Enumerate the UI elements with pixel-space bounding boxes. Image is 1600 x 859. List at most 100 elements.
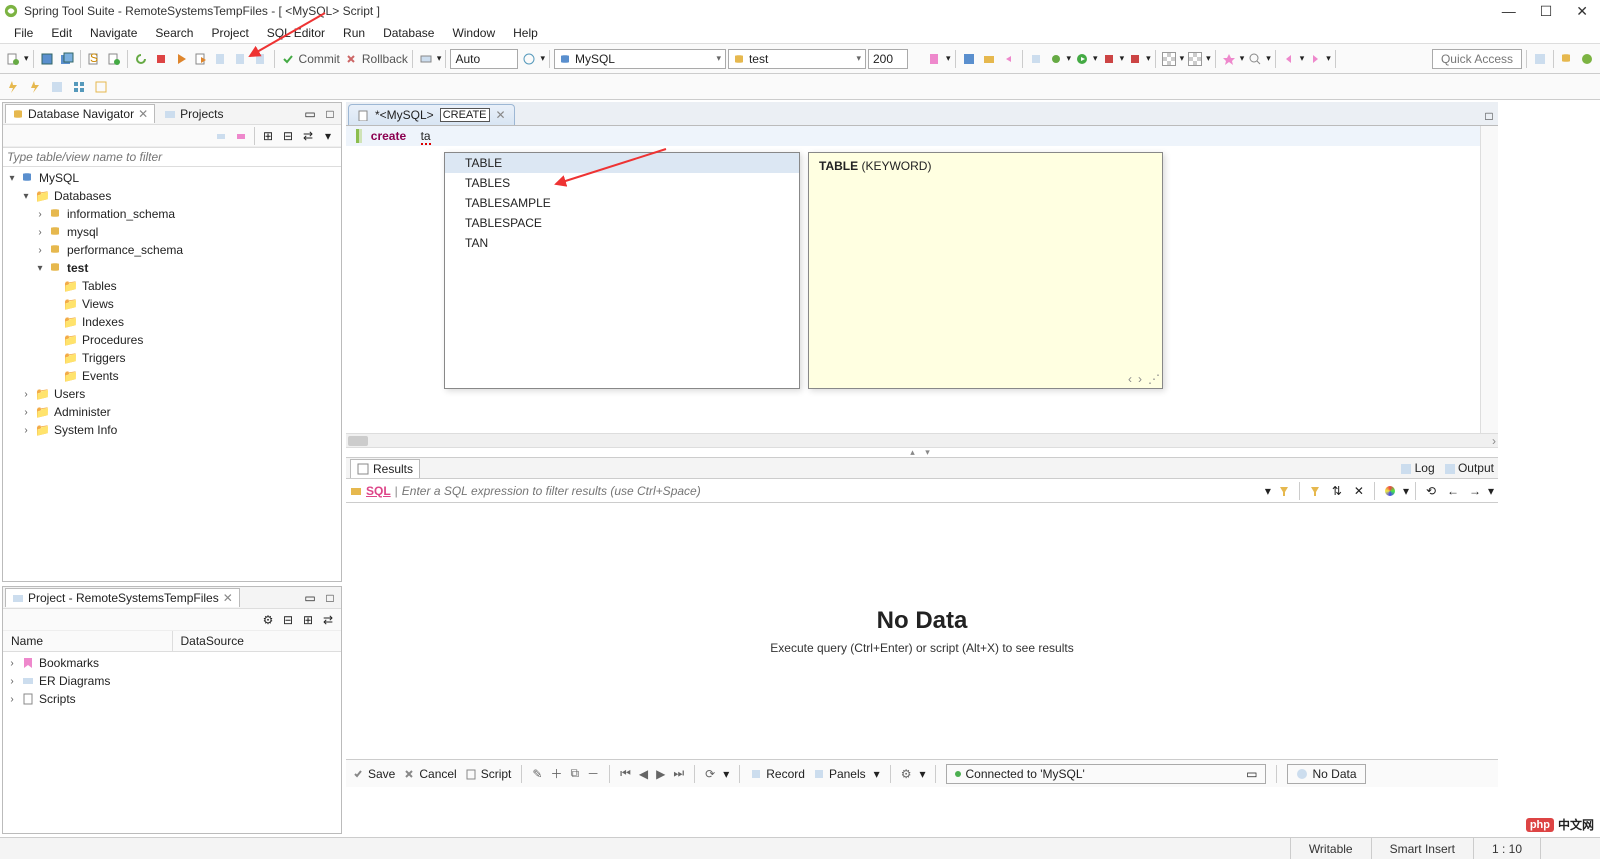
tx-icon[interactable] — [417, 50, 435, 68]
maximize-view-icon[interactable]: □ — [321, 589, 339, 607]
conn-detail-icon[interactable]: ▭ — [1246, 767, 1257, 781]
menu-window[interactable]: Window — [444, 24, 503, 42]
expand-all-icon[interactable]: ⊞ — [299, 611, 317, 629]
stop-icon[interactable] — [152, 50, 170, 68]
close-tab-icon[interactable]: ✕ — [223, 591, 233, 605]
close-editor-icon[interactable]: ✕ — [496, 108, 506, 122]
circle-dropdown[interactable]: ▾ — [540, 53, 545, 64]
disconnect-icon[interactable] — [232, 127, 250, 145]
table-small-icon[interactable] — [92, 78, 110, 96]
run-dropdown[interactable]: ▾ — [1093, 53, 1098, 64]
save-all-icon[interactable] — [58, 50, 76, 68]
perspective-db-icon[interactable] — [1558, 50, 1576, 68]
maximize-view-icon[interactable]: □ — [321, 105, 339, 123]
record-button[interactable]: Record — [750, 767, 805, 781]
menu-help[interactable]: Help — [505, 24, 546, 42]
menu-file[interactable]: File — [6, 24, 41, 42]
maximize-editor-icon[interactable]: □ — [1480, 107, 1498, 125]
unknown-circle-icon[interactable] — [520, 50, 538, 68]
doc-left-icon[interactable]: ‹ — [1128, 372, 1132, 386]
prev-icon[interactable]: ◀ — [639, 767, 648, 781]
new-conn-icon[interactable] — [926, 50, 944, 68]
rollback-label[interactable]: Rollback — [362, 52, 408, 66]
grid-b-icon[interactable] — [1186, 50, 1204, 68]
db-type-select[interactable]: MySQL▾ — [554, 49, 726, 69]
run-red-dropdown[interactable]: ▾ — [1120, 53, 1125, 64]
edit-cell-icon[interactable]: ✎ — [532, 767, 542, 781]
dup-row-icon[interactable]: ⧉ — [570, 766, 579, 781]
arrow-undo-icon[interactable] — [1000, 50, 1018, 68]
star-icon[interactable] — [1220, 50, 1238, 68]
new-button[interactable] — [4, 50, 22, 68]
col-datasource[interactable]: DataSource — [173, 631, 342, 651]
panels-button[interactable]: Panels▾ — [813, 767, 880, 781]
folder-open-icon[interactable] — [980, 50, 998, 68]
ext-tools-icon[interactable] — [1126, 50, 1144, 68]
add-row-icon[interactable]: ＋ — [550, 765, 562, 782]
gear-icon[interactable]: ⚙ — [901, 767, 912, 781]
menu-run[interactable]: Run — [335, 24, 373, 42]
exec-script-icon[interactable] — [192, 50, 210, 68]
first-icon[interactable]: ⏮ — [620, 766, 631, 781]
minimize-view-icon[interactable]: ▭ — [301, 589, 319, 607]
colors-icon[interactable] — [1381, 482, 1399, 500]
collapse-icon[interactable]: ⊟ — [279, 127, 297, 145]
editor-tab[interactable]: *<MySQL> CREATE ✕ — [348, 104, 515, 125]
sql-new-icon[interactable]: S — [85, 50, 103, 68]
link-icon[interactable]: ⇄ — [299, 127, 317, 145]
minimize-button[interactable]: — — [1502, 3, 1516, 20]
run-green-icon[interactable] — [1073, 50, 1091, 68]
expand-icon[interactable]: ⊞ — [259, 127, 277, 145]
ext-tools-dropdown[interactable]: ▾ — [1146, 53, 1151, 64]
pin-icon[interactable]: ⟲ — [1422, 482, 1440, 500]
close-button[interactable]: ✕ — [1576, 3, 1588, 20]
new-dropdown[interactable]: ▾ — [24, 53, 29, 64]
sql-editor[interactable]: create ta TABLE TABLES TABLESAMPLE TABLE… — [346, 126, 1498, 433]
tab-results[interactable]: Results — [350, 459, 420, 478]
quick-access[interactable]: Quick Access — [1432, 49, 1522, 69]
filter-input[interactable] — [3, 147, 341, 167]
log-link[interactable]: Log — [1401, 461, 1434, 475]
project-tree[interactable]: ›Bookmarks ›ER Diagrams ›Scripts — [3, 652, 341, 833]
ac-item[interactable]: TABLESAMPLE — [445, 193, 799, 213]
gear-icon[interactable]: ⚙ — [259, 611, 277, 629]
run-icon[interactable] — [172, 50, 190, 68]
next-icon[interactable]: ▶ — [656, 767, 665, 781]
menu-database[interactable]: Database — [375, 24, 442, 42]
limit-input[interactable]: 200 — [868, 49, 908, 69]
maximize-button[interactable]: ☐ — [1540, 3, 1553, 20]
tx-dropdown[interactable]: ▾ — [437, 53, 442, 64]
tab-projects[interactable]: Projects — [157, 104, 230, 124]
filter-history-dropdown[interactable]: ▾ — [1265, 484, 1271, 498]
tab-db-navigator[interactable]: Database Navigator ✕ — [5, 104, 155, 123]
ac-item[interactable]: TAN — [445, 233, 799, 253]
overview-ruler[interactable] — [1480, 126, 1498, 433]
open-conn-icon[interactable] — [48, 78, 66, 96]
nav-menu-icon[interactable]: ▾ — [319, 127, 337, 145]
results-filter-input[interactable] — [402, 484, 1261, 498]
back-icon[interactable]: ← — [1444, 482, 1462, 500]
remove-filter-icon[interactable]: ✕ — [1350, 482, 1368, 500]
refresh-results-icon[interactable]: ⟳ — [705, 767, 715, 781]
doc-right-icon[interactable]: › — [1138, 372, 1142, 386]
new-conn-dropdown[interactable]: ▾ — [946, 53, 951, 64]
close-tab-icon[interactable]: ✕ — [138, 107, 148, 121]
bolt-icon[interactable] — [4, 78, 22, 96]
rollback-icon[interactable] — [342, 50, 360, 68]
perspective-a-icon[interactable] — [1531, 50, 1549, 68]
apply-filter-icon[interactable] — [1275, 482, 1293, 500]
no-data-button[interactable]: No Data — [1287, 764, 1365, 784]
script-result-button[interactable]: Script — [465, 767, 512, 781]
filter-funnel-icon[interactable] — [1306, 482, 1324, 500]
database-select[interactable]: test▾ — [728, 49, 866, 69]
exec-all-icon[interactable] — [212, 50, 230, 68]
menu-search[interactable]: Search — [147, 24, 201, 42]
save-icon[interactable] — [38, 50, 56, 68]
grid-a-icon[interactable] — [1160, 50, 1178, 68]
nav-fwd-icon[interactable] — [1306, 50, 1324, 68]
menu-edit[interactable]: Edit — [43, 24, 80, 42]
menu-navigate[interactable]: Navigate — [82, 24, 145, 42]
connect-icon[interactable] — [212, 127, 230, 145]
db-tree[interactable]: ▾MySQL ▾📁Databases ›information_schema ›… — [3, 167, 341, 581]
doc-resize-icon[interactable]: ⋰ — [1148, 372, 1160, 386]
